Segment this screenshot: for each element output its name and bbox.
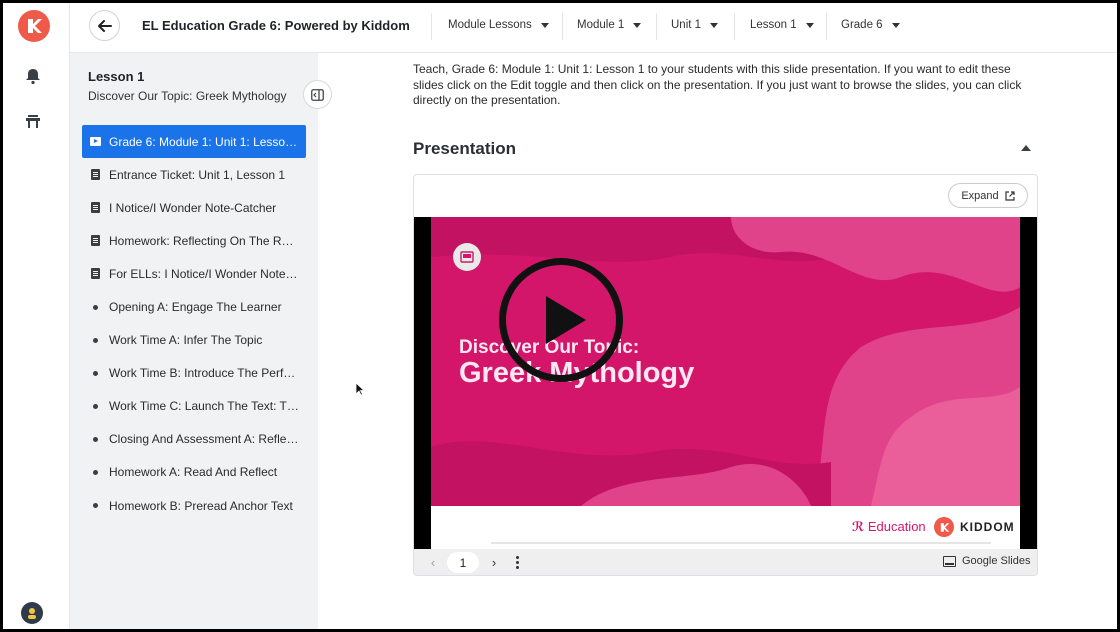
dropdown-module-lessons[interactable]: Module Lessons <box>448 19 549 31</box>
bullet-icon <box>90 335 101 346</box>
kiddom-logo-icon <box>934 517 954 537</box>
slide[interactable]: Discover Our Topic: Greek Mythology ℛ Ed… <box>431 217 1020 549</box>
bookmark-icon <box>453 243 481 271</box>
presentation-card: Expand Discover Our Topic: Greek Mytholo… <box>413 174 1038 576</box>
sidebar-item[interactable]: Work Time B: Introduce The Performance T… <box>82 357 306 390</box>
caret-down-icon <box>710 23 719 28</box>
course-title: EL Education Grade 6: Powered by Kiddom <box>142 18 410 33</box>
sidebar-item-label: Work Time A: Infer The Topic <box>109 333 263 348</box>
document-icon <box>90 169 101 181</box>
kiddom-logo-icon[interactable] <box>18 10 50 42</box>
sidebar-item[interactable]: Grade 6: Module 1: Unit 1: Lesson 1 <box>82 125 306 159</box>
back-button[interactable] <box>89 10 120 41</box>
expand-button[interactable]: Expand <box>948 183 1028 208</box>
intro-text: Teach, Grade 6: Module 1: Unit 1: Lesson… <box>413 62 1022 107</box>
sidebar-item-label: Homework A: Read And Reflect <box>109 465 278 480</box>
sidebar-item-label: I Notice/I Wonder Note-Catcher <box>109 200 277 215</box>
sidebar-item[interactable]: For ELLs: I Notice/I Wonder Note-Catcher <box>82 257 306 290</box>
sidebar-item[interactable]: Homework A: Read And Reflect <box>82 456 306 489</box>
top-bar: EL Education Grade 6: Powered by Kiddom … <box>70 3 1117 53</box>
google-slides-link[interactable]: Google Slides <box>943 555 1031 567</box>
sidebar-item-label: Grade 6: Module 1: Unit 1: Lesson 1 <box>109 134 299 149</box>
play-icon[interactable] <box>499 258 623 382</box>
slide-footer: ℛ Education KIDDOM <box>431 506 1020 549</box>
lesson-subtitle: Discover Our Topic: Greek Mythology <box>88 89 287 103</box>
desk-icon[interactable] <box>24 113 42 131</box>
divider <box>656 13 657 40</box>
sidebar-item[interactable]: Opening A: Engage The Learner <box>82 290 306 323</box>
caret-down-icon <box>633 23 642 28</box>
bullet-icon <box>90 368 101 379</box>
main-content: Teach, Grade 6: Module 1: Unit 1: Lesson… <box>318 53 1117 629</box>
chevron-left-icon[interactable]: ‹ <box>427 555 439 570</box>
lesson-label: Lesson 1 <box>88 69 145 84</box>
presentation-heading: Presentation <box>413 139 516 158</box>
dropdown-module[interactable]: Module 1 <box>577 19 642 31</box>
caret-down-icon <box>540 23 549 28</box>
document-icon <box>90 235 101 247</box>
caret-down-icon <box>891 23 900 28</box>
mouse-cursor-icon <box>355 382 365 396</box>
sidebar-item[interactable]: I Notice/I Wonder Note-Catcher <box>82 191 306 224</box>
divider <box>431 13 432 40</box>
user-avatar-icon[interactable] <box>21 602 43 624</box>
bullet-icon <box>90 434 101 445</box>
sidebar-item-label: Homework B: Preread Anchor Text <box>109 498 293 513</box>
el-mark-icon: ℛ <box>852 519 865 534</box>
dropdown-unit[interactable]: Unit 1 <box>671 19 719 31</box>
el-education-logo: ℛ Education <box>852 519 926 534</box>
dropdown-lesson[interactable]: Lesson 1 <box>750 19 814 31</box>
divider <box>562 13 563 40</box>
caret-down-icon <box>805 23 814 28</box>
lesson-resource-list: Grade 6: Module 1: Unit 1: Lesson 1 Entra… <box>82 125 306 522</box>
lesson-sidebar: Lesson 1 Discover Our Topic: Greek Mytho… <box>70 53 318 629</box>
document-icon <box>90 202 101 214</box>
panel-collapse-icon <box>311 88 324 101</box>
divider <box>826 13 827 40</box>
fineprint-line <box>491 542 991 544</box>
bullet-icon <box>90 467 101 478</box>
sidebar-item-label: Work Time B: Introduce The Performance T… <box>109 366 299 381</box>
left-rail <box>3 3 70 629</box>
chevron-up-icon[interactable] <box>1019 143 1033 153</box>
kiddom-footer-logo: KIDDOM <box>934 517 1015 537</box>
page-number[interactable]: 1 <box>447 552 479 573</box>
sidebar-item-label: Homework: Reflecting On The Reading <box>109 233 299 248</box>
collapse-sidebar-button[interactable] <box>303 80 332 109</box>
sidebar-item-label: Opening A: Engage The Learner <box>109 300 282 315</box>
bullet-icon <box>90 302 101 313</box>
presentation-icon <box>90 136 101 147</box>
sidebar-item[interactable]: Closing And Assessment A: Reflect On Lea… <box>82 423 306 456</box>
sidebar-item[interactable]: Homework B: Preread Anchor Text <box>82 489 306 522</box>
sidebar-item[interactable]: Work Time C: Launch The Text: The Lightn… <box>82 390 306 423</box>
sidebar-item[interactable]: Entrance Ticket: Unit 1, Lesson 1 <box>82 158 306 191</box>
sidebar-item-label: For ELLs: I Notice/I Wonder Note-Catcher <box>109 266 299 281</box>
dropdown-grade[interactable]: Grade 6 <box>841 19 900 31</box>
chevron-right-icon[interactable]: › <box>488 555 500 570</box>
sidebar-item-label: Closing And Assessment A: Reflect On Lea… <box>109 432 299 447</box>
slide-controls: ‹ 1 › Google Slides <box>414 549 1037 575</box>
sidebar-item-label: Entrance Ticket: Unit 1, Lesson 1 <box>109 167 286 182</box>
google-slides-icon <box>943 555 956 567</box>
slide-viewer[interactable]: Discover Our Topic: Greek Mythology ℛ Ed… <box>414 217 1037 549</box>
external-link-icon <box>1005 190 1015 201</box>
bullet-icon <box>90 500 101 511</box>
bullet-icon <box>90 401 101 412</box>
more-vertical-icon[interactable] <box>512 554 522 570</box>
arrow-left-icon <box>97 19 112 32</box>
sidebar-item-label: Work Time C: Launch The Text: The Lightn… <box>109 399 299 414</box>
bell-icon[interactable] <box>24 67 42 85</box>
document-icon <box>90 268 101 280</box>
sidebar-item[interactable]: Work Time A: Infer The Topic <box>82 324 306 357</box>
app-window: EL Education Grade 6: Powered by Kiddom … <box>3 3 1117 629</box>
divider <box>734 13 735 40</box>
sidebar-item[interactable]: Homework: Reflecting On The Reading <box>82 224 306 257</box>
